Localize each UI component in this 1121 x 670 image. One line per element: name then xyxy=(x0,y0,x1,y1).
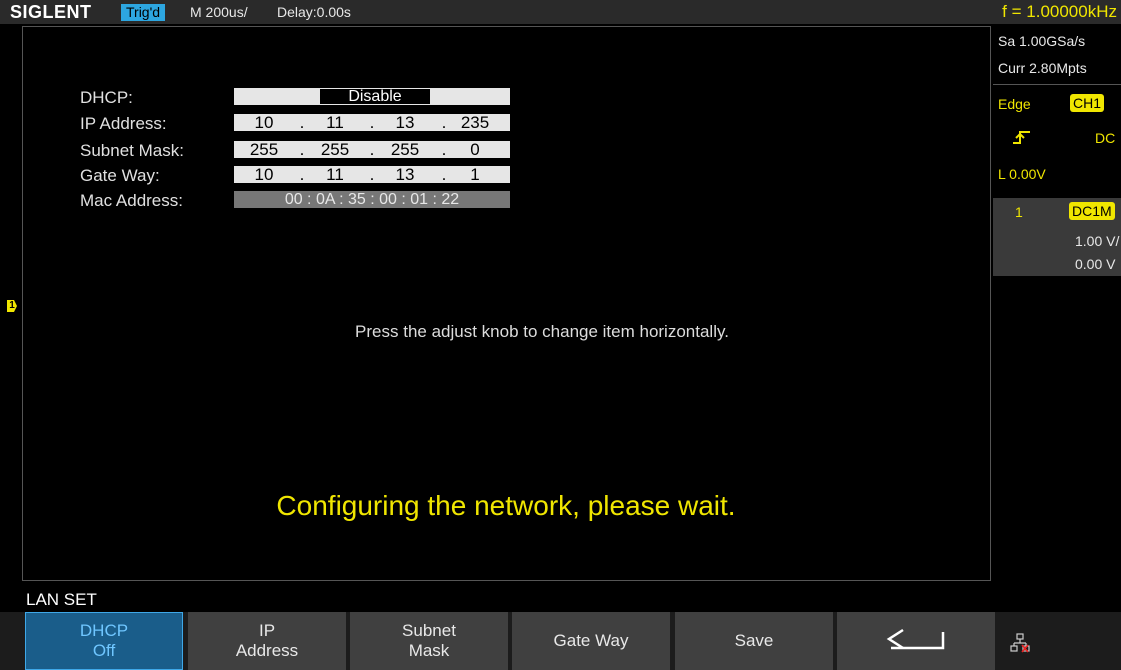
ip-separator: . xyxy=(299,113,305,132)
subnet-separator: . xyxy=(441,140,447,159)
softkey-label: DHCP xyxy=(79,621,129,640)
softkey-label: Gate Way xyxy=(553,631,629,650)
gateway-separator: . xyxy=(441,165,447,184)
trigger-coupling: DC xyxy=(1095,130,1116,146)
mac-address-value: 00 : 0A : 35 : 00 : 01 : 22 xyxy=(284,191,460,208)
ip-separator: . xyxy=(441,113,447,132)
trigger-status-badge: Trig'd xyxy=(121,4,166,21)
subnet-mask-field[interactable]: 255 . 255 . 255 . 0 xyxy=(234,141,510,158)
channel-number: 1 xyxy=(1015,204,1023,220)
ip-separator: . xyxy=(369,113,375,132)
subnet-mask-softkey[interactable]: Subnet Mask xyxy=(350,612,508,670)
gateway-label: Gate Way: xyxy=(80,166,160,185)
memory-depth: Curr 2.80Mpts xyxy=(998,60,1087,76)
dhcp-label: DHCP: xyxy=(80,88,133,107)
subnet-octet-1: 255 xyxy=(249,140,279,159)
channel-offset: 0.00 V xyxy=(1075,256,1116,272)
softkey-value: Off xyxy=(92,641,116,660)
rising-edge-icon xyxy=(1012,128,1032,146)
softkey-label: IP xyxy=(258,621,276,640)
trigger-type[interactable]: Edge xyxy=(998,96,1031,112)
dhcp-field[interactable]: Disable xyxy=(234,88,510,105)
subnet-separator: . xyxy=(369,140,375,159)
brand-logo: SIGLENT xyxy=(10,2,92,22)
channel-coupling-badge: DC1M xyxy=(1069,202,1115,220)
channel-1-marker[interactable]: 1 xyxy=(7,300,17,312)
softkey-label: Save xyxy=(734,631,774,650)
save-softkey[interactable]: Save xyxy=(675,612,833,670)
gateway-octet-1: 10 xyxy=(254,165,274,184)
subnet-octet-3: 255 xyxy=(390,140,420,159)
top-status-bar xyxy=(0,0,1121,24)
subnet-separator: . xyxy=(299,140,305,159)
gateway-separator: . xyxy=(369,165,375,184)
delay-readout: Delay:0.00s xyxy=(277,4,351,20)
ip-address-softkey[interactable]: IP Address xyxy=(188,612,346,670)
ip-address-field[interactable]: 10 . 11 . 13 . 235 xyxy=(234,114,510,131)
ip-octet-4: 235 xyxy=(460,113,490,132)
gateway-softkey[interactable]: Gate Way xyxy=(512,612,670,670)
subnet-octet-4: 0 xyxy=(470,140,480,159)
softkey-label: Subnet xyxy=(402,621,456,640)
lan-network-icon xyxy=(1010,633,1030,653)
ip-octet-2: 11 xyxy=(326,113,344,132)
dhcp-value: Disable xyxy=(320,89,430,105)
mac-address-field: 00 : 0A : 35 : 00 : 01 : 22 xyxy=(234,191,510,208)
return-softkey[interactable] xyxy=(837,612,995,670)
subnet-mask-label: Subnet Mask: xyxy=(80,141,184,160)
gateway-octet-2: 11 xyxy=(326,165,344,184)
ip-octet-1: 10 xyxy=(254,113,274,132)
gateway-octet-4: 1 xyxy=(470,165,480,184)
trigger-source-badge[interactable]: CH1 xyxy=(1070,94,1105,112)
ip-address-label: IP Address: xyxy=(80,114,167,133)
volts-per-div: 1.00 V/ xyxy=(1075,233,1120,249)
trigger-level: L 0.00V xyxy=(998,166,1046,182)
gateway-separator: . xyxy=(299,165,305,184)
gateway-octet-3: 13 xyxy=(395,165,415,184)
dhcp-softkey[interactable]: DHCP Off xyxy=(25,612,183,670)
sample-rate: Sa 1.00GSa/s xyxy=(998,33,1086,49)
mac-address-label: Mac Address: xyxy=(80,191,183,210)
menu-title: LAN SET xyxy=(26,590,97,609)
subnet-octet-2: 255 xyxy=(320,140,350,159)
softkey-label-2: Address xyxy=(235,641,299,660)
ip-octet-3: 13 xyxy=(395,113,415,132)
return-arrow-icon xyxy=(885,626,947,657)
adjust-knob-hint: Press the adjust knob to change item hor… xyxy=(355,322,729,341)
softkey-label-2: Mask xyxy=(408,641,450,660)
gateway-field[interactable]: 10 . 11 . 13 . 1 xyxy=(234,166,510,183)
frequency-readout: f = 1.00000kHz xyxy=(1002,2,1117,21)
panel-divider xyxy=(993,84,1121,85)
timebase-readout: M 200us/ xyxy=(190,4,248,20)
network-status-message: Configuring the network, please wait. xyxy=(276,490,736,521)
